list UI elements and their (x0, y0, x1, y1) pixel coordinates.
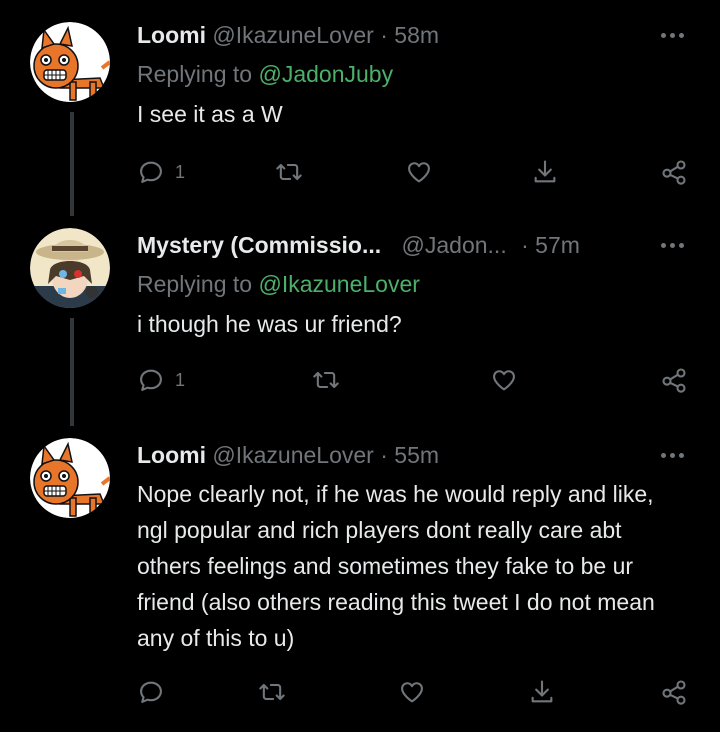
tweet-header: Loomi @IkazuneLover · 55m (137, 438, 657, 472)
reply-count: 1 (175, 161, 186, 182)
more-dots-icon (660, 32, 666, 38)
more-dots-icon (660, 452, 666, 458)
extra-share-button[interactable] (660, 674, 688, 710)
avatar[interactable] (30, 438, 110, 518)
tweet-header: Loomi @IkazuneLover · 58m (137, 18, 657, 52)
like-button[interactable] (398, 674, 426, 710)
nodes-share-icon (662, 368, 686, 393)
tweet-text: Nope clearly not, if he was he would rep… (137, 481, 655, 651)
more-options-button[interactable] (652, 228, 692, 262)
nodes-share-icon (662, 160, 686, 185)
speech-bubble-icon (140, 161, 162, 183)
share-button[interactable] (528, 674, 556, 710)
display-name[interactable]: Loomi (137, 22, 206, 48)
like-button[interactable] (405, 154, 433, 190)
retweet-icon (276, 163, 302, 181)
tweet-header: Mystery (Commissio... @Jadon... · 57m (137, 228, 657, 262)
timestamp[interactable]: 58m (394, 22, 439, 48)
more-options-button[interactable] (652, 18, 692, 52)
retweet-button[interactable] (275, 154, 303, 190)
mention-link[interactable]: @IkazuneLover (258, 271, 419, 297)
separator-dot: · (380, 22, 388, 48)
reply-button[interactable] (137, 674, 175, 710)
extra-share-button[interactable] (660, 362, 688, 398)
heart-icon (401, 682, 423, 703)
anime-character-avatar-icon (30, 228, 110, 308)
user-handle[interactable]: @IkazuneLover (212, 22, 373, 48)
share-button[interactable] (531, 154, 559, 190)
timestamp[interactable]: 55m (394, 442, 439, 468)
display-name[interactable]: Loomi (137, 442, 206, 468)
reply-button[interactable]: 1 (137, 154, 185, 190)
user-handle[interactable]: @Jadon... (402, 232, 507, 258)
replying-to: Replying to @IkazuneLover (137, 268, 420, 300)
separator-dot: · (380, 442, 388, 468)
action-bar: 1 (0, 154, 720, 190)
extra-share-button[interactable] (660, 154, 688, 190)
mention-link[interactable]: @JadonJuby (258, 61, 393, 87)
retweet-button[interactable] (258, 674, 286, 710)
replying-to-label: Replying to (137, 271, 253, 297)
tweet-text: i though he was ur friend? (137, 311, 402, 337)
like-button[interactable] (490, 362, 518, 398)
timestamp[interactable]: 57m (535, 232, 580, 258)
avatar[interactable] (30, 228, 110, 308)
action-bar: 1 (0, 362, 720, 398)
more-dots-icon (660, 242, 666, 248)
reply-count: 1 (175, 369, 186, 390)
retweet-button[interactable] (312, 362, 340, 398)
orange-cat-avatar-icon (30, 22, 110, 102)
retweet-icon (313, 371, 339, 389)
nodes-share-icon (662, 680, 686, 705)
replying-to-label: Replying to (137, 61, 253, 87)
share-icon (531, 680, 553, 703)
orange-cat-avatar-icon (30, 438, 110, 518)
more-options-button[interactable] (652, 438, 692, 472)
share-icon (534, 160, 556, 183)
avatar[interactable] (30, 22, 110, 102)
heart-icon (408, 162, 430, 183)
replying-to: Replying to @JadonJuby (137, 58, 393, 90)
speech-bubble-icon (140, 369, 162, 391)
action-bar (0, 674, 720, 710)
reply-button[interactable]: 1 (137, 362, 185, 398)
separator-dot: · (521, 232, 529, 258)
speech-bubble-icon (140, 681, 162, 703)
tweet-text: I see it as a W (137, 101, 283, 127)
display-name[interactable]: Mystery (Commissio... (137, 232, 381, 258)
user-handle[interactable]: @IkazuneLover (212, 442, 373, 468)
retweet-icon (259, 683, 285, 701)
heart-icon (493, 370, 515, 391)
